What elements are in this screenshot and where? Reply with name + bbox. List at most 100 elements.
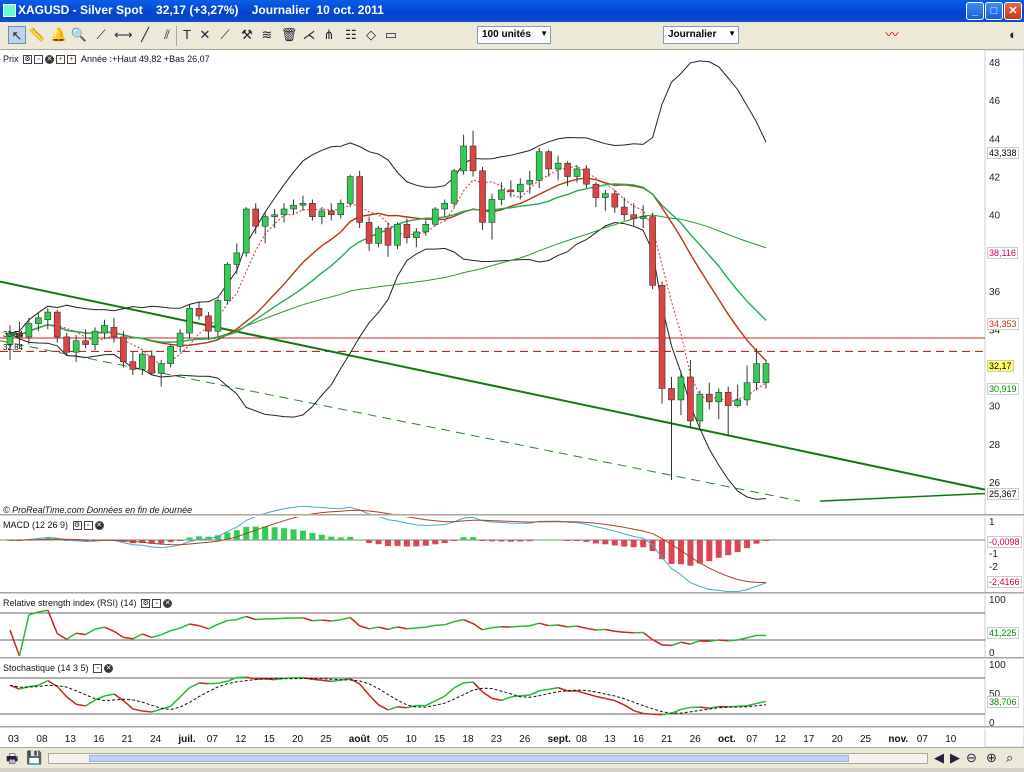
retracement-icon[interactable]: ≋ xyxy=(258,26,276,44)
macd-histogram-bar xyxy=(480,540,486,541)
fan-icon[interactable]: ⋌ xyxy=(300,26,318,44)
price-tick-label: 46 xyxy=(989,96,1001,107)
rsi-segment xyxy=(48,610,57,633)
x-axis-label: oct. xyxy=(718,734,736,745)
macd-histogram-bar xyxy=(394,540,400,546)
macd-histogram-bar xyxy=(574,540,580,541)
candle-body xyxy=(565,163,571,176)
text-icon[interactable]: T xyxy=(178,26,196,44)
price-panel-title: Prix xyxy=(3,54,19,64)
save-icon[interactable]: 💾 xyxy=(26,750,42,766)
add-indicator-icon[interactable]: + xyxy=(67,55,76,64)
x-axis-label: 15 xyxy=(434,734,446,745)
stoch-k-segment xyxy=(577,691,586,694)
line-icon[interactable]: ⟋ xyxy=(92,26,110,44)
stoch-k-segment xyxy=(350,679,359,684)
shape-icon[interactable]: ◇ xyxy=(362,26,380,44)
wrench-icon[interactable]: ⚙ xyxy=(23,55,32,64)
candle-body xyxy=(574,169,580,177)
candle-body xyxy=(328,211,334,215)
zoom-icon[interactable]: 🔍 xyxy=(70,26,88,44)
rsi-segment xyxy=(426,625,435,627)
hammer-icon[interactable]: ⚒ xyxy=(238,26,256,44)
stoch-k-segment xyxy=(530,691,539,695)
candle-body xyxy=(281,209,287,215)
stoch-k-segment xyxy=(464,682,473,683)
candle-body xyxy=(309,203,315,216)
tools-icon[interactable]: ⟋ xyxy=(216,26,234,44)
candle-body xyxy=(262,217,268,227)
indicators-icon[interactable]: 〰 xyxy=(872,26,912,44)
print-icon[interactable]: 🖶 xyxy=(6,750,18,772)
window-icon[interactable]: ▫ xyxy=(34,55,43,64)
scroll-left-icon[interactable]: ◀ xyxy=(934,750,944,766)
macd-histogram-bar xyxy=(763,540,769,541)
ruler-icon[interactable]: 📏 xyxy=(28,26,46,44)
rsi-segment xyxy=(416,627,425,628)
wrench-icon[interactable]: ⚙ xyxy=(73,521,82,530)
macd-histogram-bar xyxy=(697,540,703,564)
fibo-icon[interactable]: ✕ xyxy=(196,26,214,44)
panel-separator[interactable] xyxy=(0,657,1024,660)
window-icon[interactable]: ▫ xyxy=(152,599,161,608)
chart-canvas[interactable]: 4846444240383634323028261-1-2-3100010050… xyxy=(0,50,1024,747)
hline-icon[interactable]: ⟷ xyxy=(114,26,132,44)
panel-toggle-icon[interactable]: ◐ xyxy=(1004,26,1022,44)
grid-icon[interactable]: ☷ xyxy=(342,26,360,44)
macd-histogram-bar xyxy=(546,540,552,541)
window-icon[interactable]: ▫ xyxy=(93,664,102,673)
panel-separator[interactable] xyxy=(0,726,1024,729)
price-tick-label: 30 xyxy=(989,402,1001,413)
window-icon[interactable]: ▫ xyxy=(84,521,93,530)
stoch-k-segment xyxy=(38,681,47,686)
close-icon[interactable]: ✕ xyxy=(104,664,113,673)
candle-body xyxy=(139,354,145,369)
close-icon[interactable]: ✕ xyxy=(95,521,104,530)
rectangle-icon[interactable]: ▭ xyxy=(382,26,400,44)
ma-short-value-tag: 34,353 xyxy=(987,318,1019,330)
rsi-segment xyxy=(615,631,624,632)
channel-line-icon[interactable]: ⫽ xyxy=(158,26,176,44)
scrollbar-thumb[interactable] xyxy=(89,755,849,762)
close-icon[interactable]: ✕ xyxy=(163,599,172,608)
pitchfork-icon[interactable]: ⋔ xyxy=(320,26,338,44)
horizontal-scrollbar[interactable] xyxy=(48,753,928,764)
units-select[interactable]: 100 unités▼ xyxy=(477,26,551,44)
close-icon[interactable]: ✕ xyxy=(45,55,54,64)
search-icon[interactable]: ⌕ xyxy=(1006,750,1013,766)
zoom-out-icon[interactable]: ⊖ xyxy=(966,750,977,766)
app-icon xyxy=(3,4,16,17)
candle-body xyxy=(442,203,448,209)
x-axis-label: août xyxy=(349,734,371,745)
minimize-button[interactable]: _ xyxy=(966,2,984,20)
rsi-segment xyxy=(152,635,161,638)
rsi-panel-header: Relative strength index (RSI) (14) ⚙▫✕ xyxy=(3,598,172,608)
macd-histogram-bar xyxy=(716,540,722,558)
scroll-right-icon[interactable]: ▶ xyxy=(950,750,960,766)
rsi-segment xyxy=(227,620,236,621)
macd-histogram-bar xyxy=(309,533,315,540)
candle-body xyxy=(404,224,410,237)
stoch-k-segment xyxy=(549,688,558,690)
zoom-in-icon[interactable]: ⊕ xyxy=(986,750,997,766)
wrench-icon[interactable]: ⚙ xyxy=(141,599,150,608)
chevron-down-icon: ▼ xyxy=(540,29,548,38)
stoch-k-segment xyxy=(76,704,85,706)
period-select[interactable]: Journalier▼ xyxy=(663,26,739,44)
alarm-icon[interactable]: 🔔 xyxy=(50,26,68,44)
panel-separator[interactable] xyxy=(0,592,1024,595)
trash-icon[interactable]: 🗑 xyxy=(280,26,298,44)
stoch-k-segment xyxy=(605,698,614,700)
candle-body xyxy=(423,224,429,232)
panel-separator[interactable] xyxy=(0,514,1024,517)
macd-histogram-bar xyxy=(404,540,410,547)
x-axis-label: 13 xyxy=(604,734,616,745)
trendline-icon[interactable]: ╱ xyxy=(136,26,154,44)
add-icon[interactable]: + xyxy=(56,55,65,64)
chart-area[interactable]: 4846444240383634323028261-1-2-3100010050… xyxy=(0,50,1024,747)
x-axis-label: nov. xyxy=(888,734,908,745)
candle-body xyxy=(196,308,202,316)
close-button[interactable]: ✕ xyxy=(1004,2,1022,20)
cursor-icon[interactable]: ↖ xyxy=(8,26,26,44)
maximize-button[interactable]: □ xyxy=(985,2,1003,20)
